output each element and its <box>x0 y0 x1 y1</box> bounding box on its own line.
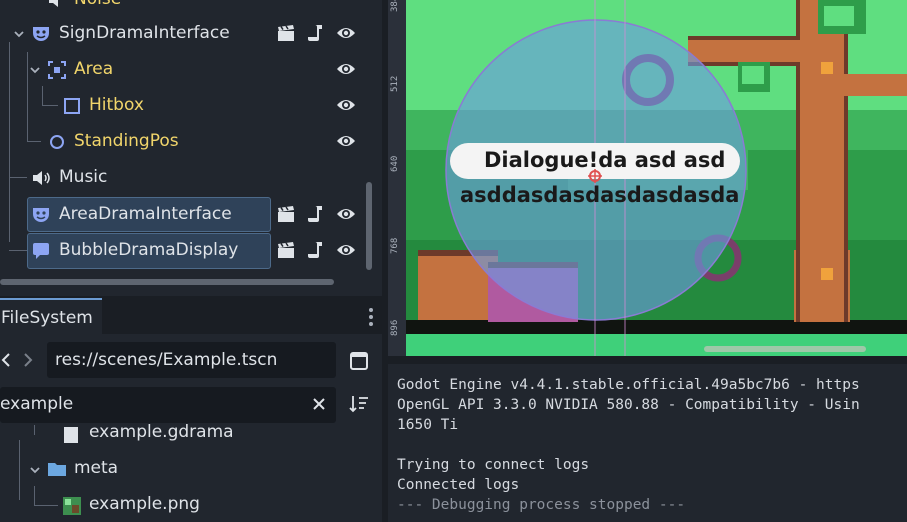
eye-icon[interactable] <box>336 131 356 151</box>
path-value: res://scenes/Example.tscn <box>55 350 278 370</box>
area2d-icon <box>47 60 67 80</box>
ruler-label: 640 <box>390 155 400 172</box>
tree-item-signdramainterface[interactable]: SignDramaInterface <box>0 16 370 50</box>
output-line: 1650 Ti <box>397 417 459 433</box>
script-icon[interactable] <box>306 23 326 43</box>
output-line: Trying to connect logs <box>397 457 590 473</box>
fs-item-label: meta <box>74 458 119 478</box>
fs-item-example-png[interactable]: example.png <box>0 492 370 518</box>
bubble-line-2: asddasdasdasdasdasda <box>460 183 740 207</box>
forward-arrow-icon[interactable] <box>22 351 34 369</box>
path-field[interactable]: res://scenes/Example.tscn <box>47 342 336 378</box>
tree-item-areadramainterface[interactable]: AreaDramaInterface <box>0 197 370 231</box>
vertical-ruler <box>388 0 406 356</box>
tree-item-label: Area <box>74 59 114 79</box>
script-icon[interactable] <box>306 204 326 224</box>
eye-icon[interactable] <box>336 95 356 115</box>
filter-value: example <box>0 394 74 414</box>
tree-item-bubbledramadisplay[interactable]: BubbleDramaDisplay <box>0 233 370 267</box>
fs-item-label: example.png <box>89 494 200 514</box>
chevron-down-icon[interactable] <box>28 62 42 76</box>
file-icon <box>63 426 79 444</box>
tree-item-label: Hitbox <box>89 95 144 115</box>
clapperboard-icon[interactable] <box>276 204 296 224</box>
chevron-down-icon[interactable] <box>28 462 42 476</box>
tree-item-label: StandingPos <box>74 131 179 151</box>
eye-icon[interactable] <box>336 204 356 224</box>
tab-filesystem[interactable]: FileSystem <box>0 298 102 336</box>
filter-field[interactable]: example <box>0 387 336 423</box>
kebab-menu-icon[interactable] <box>367 306 375 328</box>
drama-mask-icon <box>31 24 51 44</box>
ruler-label: 768 <box>390 237 400 254</box>
output-line: OpenGL API 3.3.0 NVIDIA 580.88 - Compati… <box>397 397 860 413</box>
marker-circle-icon <box>47 132 67 152</box>
speaker-icon <box>31 168 51 188</box>
folder-icon <box>47 460 67 478</box>
ruler-label: 512 <box>390 75 400 92</box>
toggle-split-mode-icon[interactable] <box>349 351 369 371</box>
tab-label: FileSystem <box>1 308 93 328</box>
eye-icon[interactable] <box>336 59 356 79</box>
output-line: Connected logs <box>397 477 520 493</box>
drama-mask-icon <box>31 205 51 225</box>
eye-icon[interactable] <box>336 23 356 43</box>
panel-splitter[interactable] <box>388 356 907 364</box>
fs-item-example-gdrama[interactable]: example.gdrama <box>0 422 370 446</box>
clear-icon[interactable] <box>311 396 327 412</box>
back-arrow-icon[interactable] <box>0 351 12 369</box>
tree-item-noise[interactable]: Noise <box>0 0 370 16</box>
chevron-down-icon[interactable] <box>12 26 26 40</box>
tree-item-label: Noise <box>74 0 121 9</box>
speaker-icon <box>46 0 66 10</box>
2d-viewport[interactable] <box>388 0 907 356</box>
eye-icon[interactable] <box>336 240 356 260</box>
collision-shape-icon <box>62 96 82 116</box>
tree-item-label: BubbleDramaDisplay <box>59 240 239 260</box>
vertical-scrollbar[interactable] <box>366 182 372 270</box>
tree-item-label: Music <box>59 167 108 187</box>
tree-item-label: AreaDramaInterface <box>59 204 232 224</box>
output-line: Godot Engine v4.4.1.stable.official.49a5… <box>397 377 860 393</box>
bubble-line-1: Dialogue!da asd asd <box>484 148 726 172</box>
ruler-label: 896 <box>390 319 400 336</box>
tree-item-label: SignDramaInterface <box>59 23 230 43</box>
output-line: --- Debugging process stopped --- <box>397 497 686 513</box>
sort-icon[interactable] <box>348 394 370 414</box>
fs-item-label: example.gdrama <box>89 422 234 442</box>
scene-tree-panel: Noise SignDramaInterface Area <box>0 0 382 290</box>
tree-item-music[interactable]: Music <box>0 160 370 194</box>
script-icon[interactable] <box>306 240 326 260</box>
clapperboard-icon[interactable] <box>276 240 296 260</box>
tree-item-hitbox[interactable]: Hitbox <box>0 88 370 122</box>
horizontal-scrollbar[interactable] <box>0 279 334 285</box>
ruler-label: 384 <box>390 0 400 12</box>
clapperboard-icon[interactable] <box>276 23 296 43</box>
tree-item-standingpos[interactable]: StandingPos <box>0 124 370 158</box>
tree-item-area[interactable]: Area <box>0 52 370 86</box>
speech-bubble-icon <box>31 241 51 261</box>
fs-item-meta[interactable]: meta <box>0 456 370 482</box>
image-file-icon <box>62 496 82 516</box>
